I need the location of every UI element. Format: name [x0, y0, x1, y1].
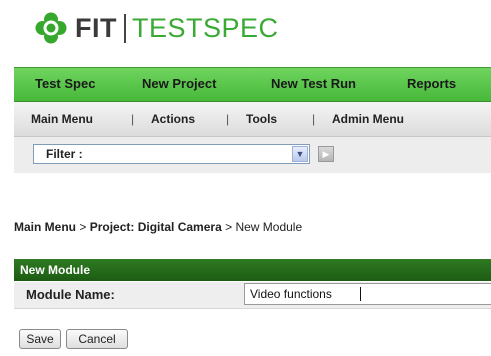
menu-tools[interactable]: Tools: [246, 112, 277, 126]
menu-separator: |: [226, 112, 230, 126]
new-module-panel: New Module Module Name: Save Cancel: [14, 259, 491, 356]
menu-actions[interactable]: Actions: [151, 112, 195, 126]
nav-new-test-run[interactable]: New Test Run: [271, 76, 356, 91]
nav-new-project[interactable]: New Project: [142, 76, 216, 91]
flower-logo-icon: [35, 12, 67, 44]
breadcrumb-main-menu[interactable]: Main Menu: [14, 220, 76, 234]
menu-separator: |: [312, 112, 316, 126]
menu-main-menu[interactable]: Main Menu: [31, 112, 93, 126]
brand-name-fit: FIT: [75, 12, 117, 43]
save-button[interactable]: Save: [19, 329, 61, 349]
breadcrumb-separator: >: [79, 220, 87, 234]
play-arrow-icon[interactable]: ▶: [318, 146, 334, 162]
text-caret: [360, 287, 361, 301]
breadcrumb: Main Menu > Project: Digital Camera > Ne…: [14, 220, 302, 234]
chevron-down-icon[interactable]: ▼: [292, 146, 308, 162]
filter-bar: Filter : ▼ ▶: [14, 137, 491, 173]
menu-bar: Main Menu | Actions | Tools | Admin Menu: [14, 102, 491, 137]
module-name-row: Module Name:: [14, 282, 491, 309]
panel-title: New Module: [14, 259, 491, 281]
module-name-input[interactable]: [244, 283, 491, 305]
cancel-button[interactable]: Cancel: [66, 329, 128, 349]
brand-name-testspec: TESTSPEC: [132, 12, 279, 43]
filter-label: Filter :: [46, 147, 83, 161]
filter-select[interactable]: Filter : ▼: [33, 144, 310, 164]
menu-admin-menu[interactable]: Admin Menu: [332, 112, 404, 126]
module-name-label: Module Name:: [26, 287, 115, 302]
app-logo[interactable]: FIT TESTSPEC: [34, 10, 279, 46]
brand-divider: [124, 13, 126, 43]
menu-separator: |: [131, 112, 135, 126]
breadcrumb-project[interactable]: Project: Digital Camera: [90, 220, 222, 234]
breadcrumb-separator: >: [225, 220, 233, 234]
nav-test-spec[interactable]: Test Spec: [35, 76, 95, 91]
top-navigation: Test Spec New Project New Test Run Repor…: [14, 67, 491, 102]
nav-reports[interactable]: Reports: [407, 76, 456, 91]
breadcrumb-current: New Module: [235, 220, 303, 234]
